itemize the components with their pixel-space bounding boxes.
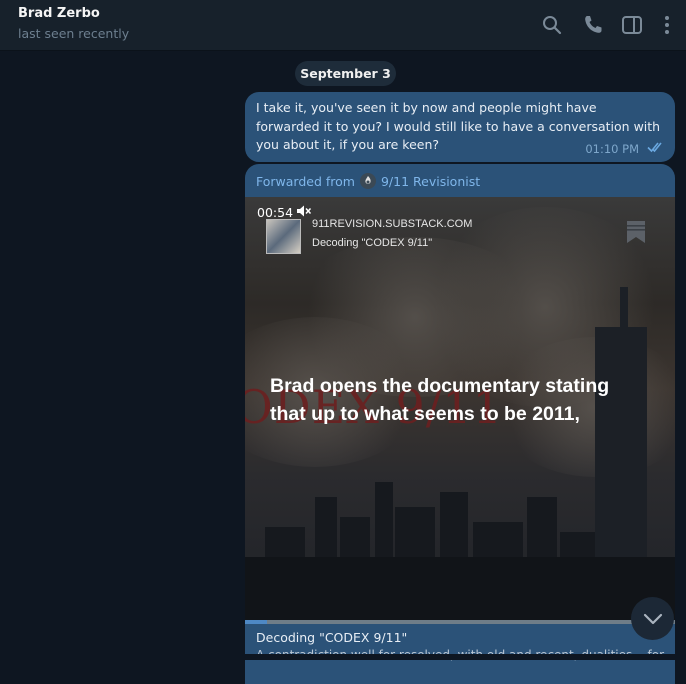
video-caption: Brad opens the documentary stating that …	[270, 375, 610, 425]
channel-avatar-icon	[359, 173, 376, 189]
article-site: 911REVISION.SUBSTACK.COM	[312, 218, 473, 230]
bookmark-icon	[626, 220, 646, 248]
outgoing-message[interactable]: I take it, you've seen it by now and peo…	[245, 92, 675, 162]
scroll-to-bottom-button[interactable]	[631, 597, 674, 640]
forwarded-header[interactable]: Forwarded from 9/11 Revisionist	[256, 173, 480, 189]
double-check-icon	[647, 141, 665, 156]
chat-history[interactable]: September 3 I take it, you've seen it by…	[0, 51, 686, 684]
video-progress-fill	[245, 620, 267, 624]
message-title: Decoding "CODEX 9/11"	[256, 630, 408, 645]
video-player[interactable]: ODEX 9/11 00:54 911REVISION.SUBSTACK.COM	[245, 197, 675, 624]
date-separator: September 3	[295, 61, 396, 86]
message-time: 01:10 PM	[585, 141, 639, 156]
chat-header: Brad Zerbo last seen recently	[0, 0, 686, 51]
phone-icon[interactable]	[581, 13, 605, 37]
chat-bottom-edge	[0, 654, 686, 660]
forwarded-message[interactable]: Forwarded from 9/11 Revisionist ODEX 9/1…	[245, 164, 675, 684]
video-progress-bar[interactable]	[245, 620, 675, 624]
article-card-title: Decoding "CODEX 9/11"	[312, 237, 433, 249]
more-vertical-icon[interactable]	[655, 13, 679, 37]
forwarded-label: Forwarded from	[256, 173, 355, 189]
chevron-down-icon	[643, 613, 662, 624]
article-thumbnail	[266, 219, 301, 254]
message-meta: 01:10 PM	[585, 141, 665, 156]
sidebar-toggle-icon[interactable]	[620, 13, 644, 37]
search-icon[interactable]	[540, 13, 564, 37]
contact-status: last seen recently	[18, 26, 130, 41]
contact-name[interactable]: Brad Zerbo	[18, 6, 100, 21]
forwarded-source: 9/11 Revisionist	[380, 173, 481, 189]
